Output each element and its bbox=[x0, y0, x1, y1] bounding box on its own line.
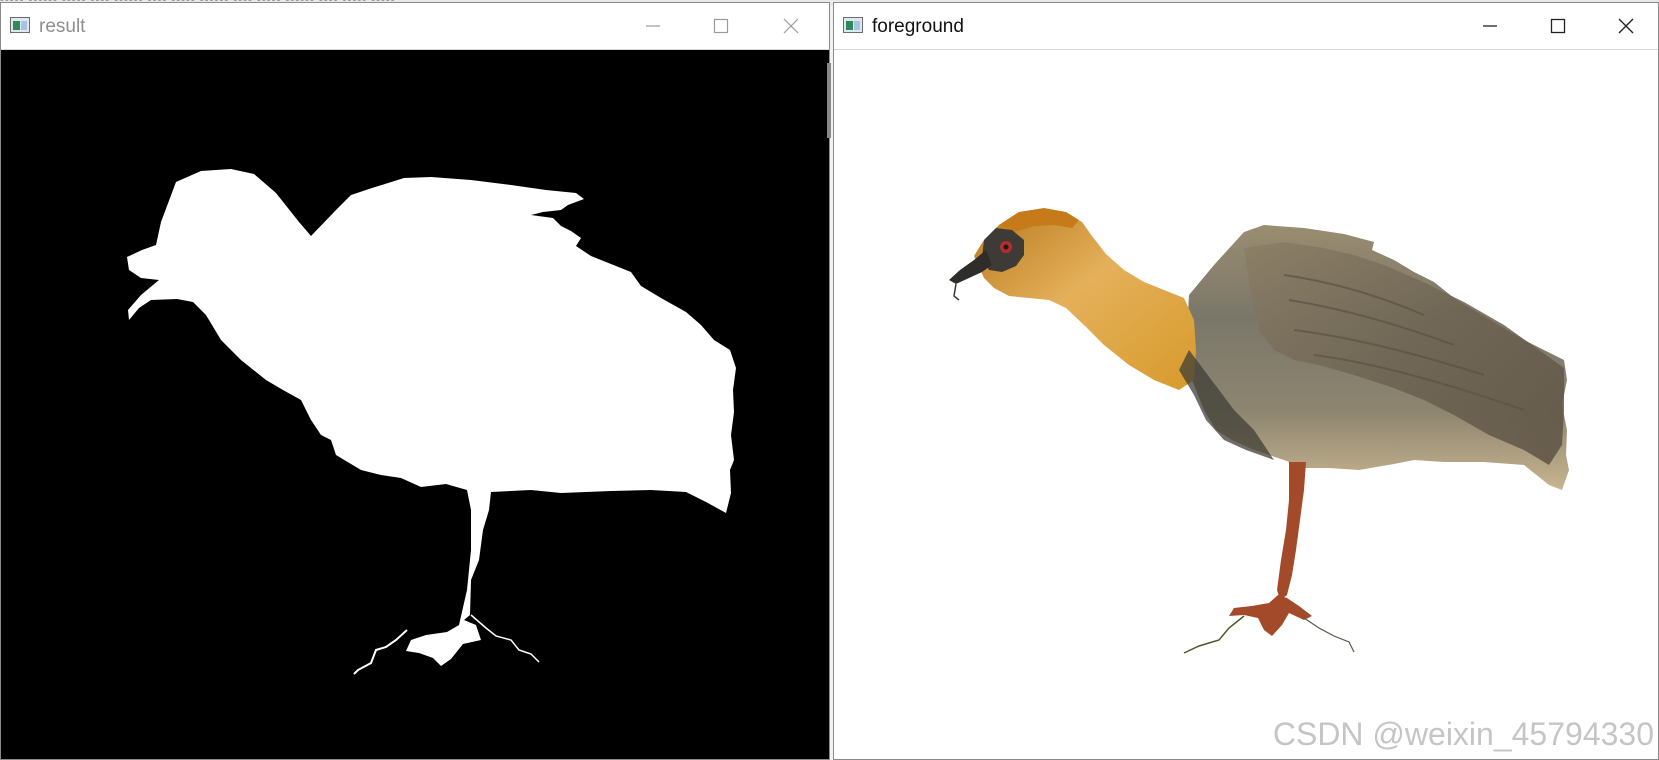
minimize-button[interactable] bbox=[1456, 3, 1524, 49]
maximize-icon bbox=[713, 18, 729, 34]
result-window[interactable]: result bbox=[0, 2, 831, 760]
window-edge bbox=[827, 63, 831, 138]
maximize-button[interactable] bbox=[687, 3, 755, 49]
result-mask-image bbox=[1, 50, 829, 759]
close-button[interactable] bbox=[757, 3, 825, 49]
result-titlebar[interactable]: result bbox=[1, 3, 829, 50]
foreground-image bbox=[834, 50, 1658, 759]
foreground-titlebar[interactable]: foreground bbox=[834, 3, 1658, 50]
minimize-icon bbox=[1483, 25, 1497, 27]
window-title: foreground bbox=[872, 16, 964, 37]
window-title: result bbox=[39, 16, 86, 37]
close-icon bbox=[783, 18, 799, 34]
csdn-watermark: CSDN @weixin_45794330 bbox=[1272, 716, 1654, 752]
maximize-button[interactable] bbox=[1524, 3, 1592, 49]
maximize-icon bbox=[1550, 18, 1566, 34]
bird-silhouette-mask bbox=[127, 169, 736, 675]
foreground-window[interactable]: foreground CSDN @weixin_45794330 bbox=[833, 2, 1659, 760]
opencv-window-icon bbox=[10, 17, 30, 33]
bird-foreground-image bbox=[949, 208, 1569, 654]
close-icon bbox=[1618, 18, 1634, 34]
minimize-icon bbox=[646, 25, 660, 27]
minimize-button[interactable] bbox=[619, 3, 687, 49]
opencv-window-icon bbox=[843, 17, 863, 33]
close-button[interactable] bbox=[1592, 3, 1659, 49]
